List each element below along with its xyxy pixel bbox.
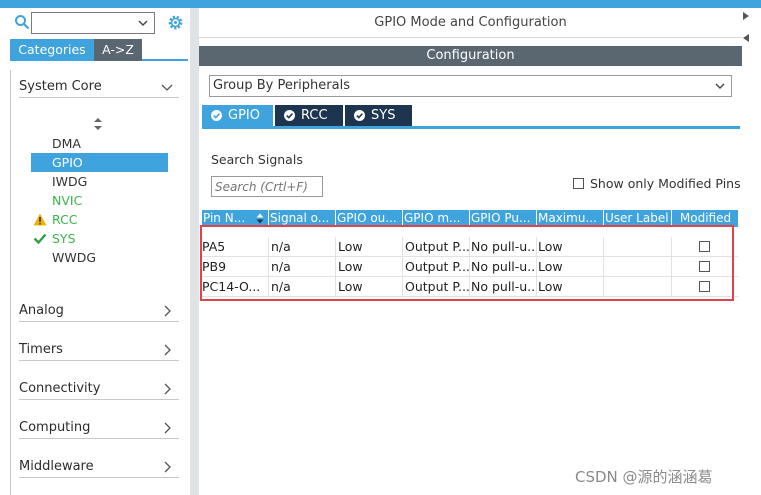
tab-a-z[interactable]: A->Z: [94, 39, 142, 61]
gpio-configuration-panel: GPIO Mode and Configuration Configuratio…: [199, 8, 761, 495]
sidebar-item-nvic[interactable]: NVIC: [31, 191, 82, 210]
chevron-right-icon: [164, 461, 171, 473]
configuration-header: Configuration: [199, 46, 742, 66]
check-circle-icon: [354, 110, 365, 121]
sidebar-item-gpio[interactable]: GPIO: [31, 153, 168, 172]
chevron-right-icon: [164, 305, 171, 317]
sidebar-item-rcc[interactable]: RCC: [31, 210, 78, 229]
chevron-right-icon: [164, 383, 171, 395]
section-timers[interactable]: Timers: [19, 339, 179, 361]
section-label: Connectivity: [19, 381, 101, 396]
group-by-select[interactable]: Group By Peripherals: [209, 75, 732, 97]
section-computing[interactable]: Computing: [19, 417, 179, 439]
chevron-right-icon: [164, 422, 171, 434]
section-system-core[interactable]: System Core: [19, 76, 179, 98]
check-circle-icon: [211, 110, 222, 121]
categories-panel: Categories A->Z System Core DMA GPIO IWD…: [0, 8, 190, 495]
category-tabs: Categories A->Z: [10, 39, 188, 61]
peripheral-tabs: GPIO RCC SYS: [202, 105, 740, 129]
check-circle-icon: [284, 110, 295, 121]
tab-categories[interactable]: Categories: [10, 39, 94, 61]
category-tree: System Core DMA GPIO IWDG NVIC RCC SYS W…: [10, 70, 188, 495]
chevron-down-icon[interactable]: [714, 80, 726, 92]
show-modified-pins-label: Show only Modified Pins: [590, 176, 741, 191]
section-label: Analog: [19, 303, 64, 318]
page-title: GPIO Mode and Configuration: [199, 8, 742, 38]
section-connectivity[interactable]: Connectivity: [19, 378, 179, 400]
search-icon[interactable]: [14, 14, 30, 30]
section-label: Computing: [19, 420, 91, 435]
sidebar-item-wwdg[interactable]: WWDG: [31, 248, 96, 267]
highlight-annotation-box: [200, 225, 734, 301]
group-by-value: Group By Peripherals: [213, 78, 350, 93]
scroll-arrows-icon[interactable]: [742, 8, 750, 48]
panel-splitter[interactable]: [190, 8, 199, 495]
section-analog[interactable]: Analog: [19, 300, 179, 322]
gear-icon[interactable]: [166, 13, 185, 32]
search-signals-label: Search Signals: [211, 152, 303, 167]
section-middleware[interactable]: Middleware: [19, 456, 179, 478]
tab-rcc[interactable]: RCC: [275, 105, 343, 126]
checkmark-icon: [33, 233, 47, 245]
chevron-right-icon: [164, 344, 171, 356]
watermark: CSDN @源的涵涵葛: [575, 468, 713, 486]
checkbox-box[interactable]: [573, 178, 584, 189]
peripheral-filter-combo[interactable]: [31, 12, 155, 34]
tab-gpio[interactable]: GPIO: [202, 105, 273, 126]
sidebar-item-sys[interactable]: SYS: [31, 229, 76, 248]
search-signals-input[interactable]: [211, 176, 323, 197]
section-label: Middleware: [19, 459, 94, 474]
tab-sys[interactable]: SYS: [345, 105, 412, 126]
sidebar-item-iwdg[interactable]: IWDG: [31, 172, 87, 191]
section-label: System Core: [19, 79, 102, 94]
chevron-down-icon: [161, 84, 173, 91]
sidebar-item-dma[interactable]: DMA: [31, 134, 81, 153]
chevron-down-icon[interactable]: [137, 17, 149, 29]
sort-icon: [256, 213, 264, 224]
section-label: Timers: [19, 342, 63, 357]
sort-icon[interactable]: [93, 117, 103, 131]
warning-icon: [33, 213, 47, 226]
top-accent-bar: [0, 0, 761, 8]
show-modified-pins-checkbox[interactable]: Show only Modified Pins: [573, 176, 741, 192]
